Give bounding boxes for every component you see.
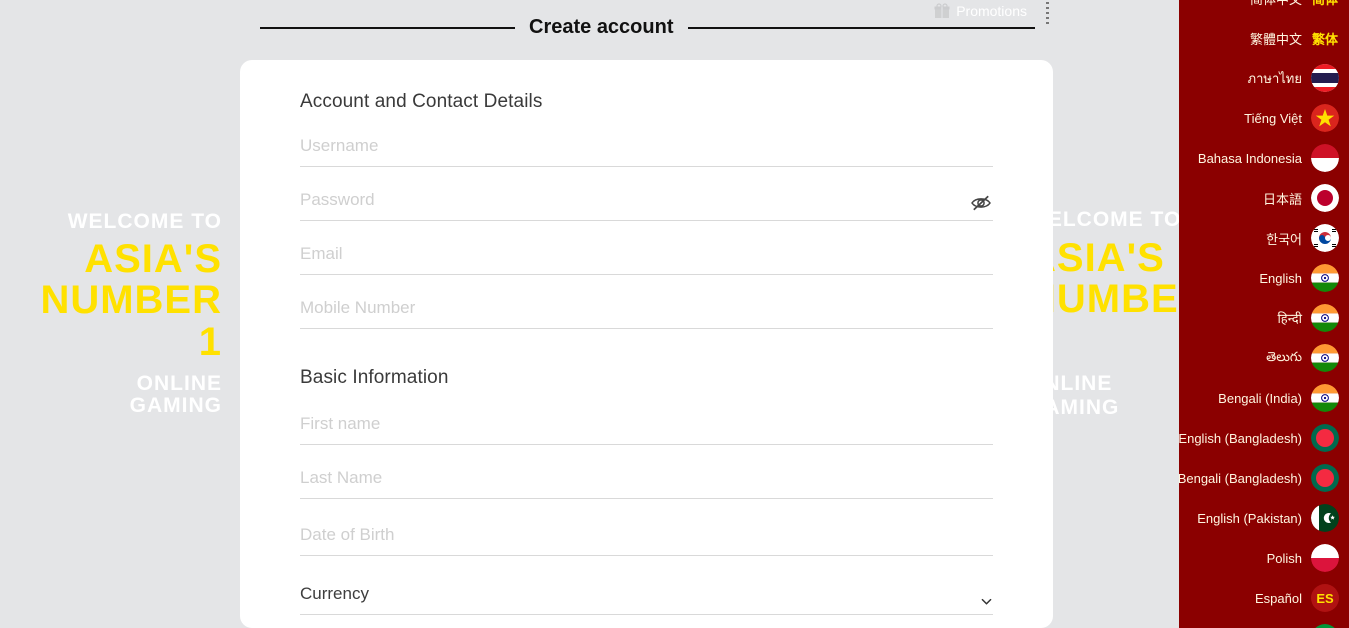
language-option-ti-ng-vi-t[interactable]: Tiếng Việt — [1179, 98, 1349, 138]
mobile-number-placeholder: Mobile Number — [300, 297, 993, 319]
last-name-field[interactable]: Last Name — [300, 467, 993, 499]
language-option-[interactable]: ภาษาไทย — [1179, 58, 1349, 98]
language-option-bengali-bangladesh[interactable]: Bengali (Bangladesh) — [1179, 458, 1349, 498]
language-option-english-pakistan[interactable]: English (Pakistan) — [1179, 498, 1349, 538]
language-option-label: Bengali (India) — [1218, 391, 1302, 406]
japan-flag-icon — [1311, 184, 1339, 212]
date-of-birth-placeholder: Date of Birth — [300, 524, 993, 546]
language-option-label: 日本語 — [1263, 189, 1302, 208]
username-field[interactable]: Username — [300, 135, 993, 167]
india-flag-icon — [1311, 264, 1339, 292]
bangladesh-flag-icon — [1311, 424, 1339, 452]
banner-asias-text: ASIA'S — [84, 239, 222, 281]
language-option-label: 繁體中文 — [1250, 29, 1302, 48]
language-selector-panel[interactable]: 简体中文 简体繁體中文繁体 ภาษาไทย Tiếng Việt Bahasa Indo… — [1179, 0, 1349, 628]
currency-selected-value: Currency — [300, 583, 993, 605]
language-option-bengali-india[interactable]: Bengali (India) — [1179, 378, 1349, 418]
title-rule-left — [260, 27, 515, 29]
chevron-down-icon[interactable] — [981, 594, 991, 604]
bangladesh-flag-icon — [1311, 464, 1339, 492]
spain-text-badge: ES — [1311, 584, 1339, 612]
language-option-label: Bahasa Indonesia — [1198, 151, 1302, 166]
dotted-divider-icon — [1046, 2, 1049, 24]
language-option-label: Español — [1255, 591, 1302, 606]
mobile-number-field[interactable]: Mobile Number — [300, 297, 993, 329]
language-option-label: हिन्दी — [1277, 309, 1302, 327]
india-flag-icon — [1311, 304, 1339, 332]
india-flag-icon — [1311, 384, 1339, 412]
language-option-label: Tiếng Việt — [1244, 111, 1302, 126]
vietnam-flag-icon — [1311, 104, 1339, 132]
language-option-label: ภาษาไทย — [1248, 68, 1302, 89]
language-option-label: 한국어 — [1266, 229, 1302, 248]
create-account-card: Account and Contact Details Username Pas… — [240, 60, 1053, 628]
cn-traditional-text: 繁体 — [1311, 24, 1339, 52]
last-name-placeholder: Last Name — [300, 467, 993, 489]
date-of-birth-field[interactable]: Date of Birth — [300, 524, 993, 556]
first-name-placeholder: First name — [300, 413, 993, 435]
language-option-[interactable]: हिन्दी — [1179, 298, 1349, 338]
green-flag-icon — [1311, 624, 1339, 628]
cn-simplified-text: 简体 — [1311, 0, 1339, 12]
first-name-field[interactable]: First name — [300, 413, 993, 445]
language-option-label: English (Bangladesh) — [1179, 431, 1302, 446]
page-title-row: Create account — [260, 16, 1035, 39]
language-option-[interactable]: తెలుగు — [1179, 338, 1349, 378]
language-option-[interactable]: 한국어 — [1179, 218, 1349, 258]
title-rule-right — [688, 27, 1036, 29]
language-option-row-16[interactable] — [1179, 618, 1349, 628]
currency-select[interactable]: Currency — [300, 583, 993, 615]
language-option-[interactable]: 简体中文 简体 — [1179, 0, 1349, 18]
language-option-label: తెలుగు — [1266, 349, 1302, 368]
language-option-label: 简体中文 — [1250, 0, 1302, 8]
language-option-[interactable]: 日本語 — [1179, 178, 1349, 218]
language-option-bahasa-indonesia[interactable]: Bahasa Indonesia — [1179, 138, 1349, 178]
language-option-label: English (Pakistan) — [1197, 511, 1302, 526]
india-flag-icon — [1311, 344, 1339, 372]
banner-one-text: 1 — [199, 322, 222, 364]
language-option-english-bangladesh[interactable]: English (Bangladesh) — [1179, 418, 1349, 458]
language-option-label: Polish — [1267, 551, 1302, 566]
language-option-polish[interactable]: Polish — [1179, 538, 1349, 578]
banner-gaming-text: GAMING — [130, 395, 222, 417]
poland-flag-icon — [1311, 544, 1339, 572]
language-option-[interactable]: 繁體中文繁体 — [1179, 18, 1349, 58]
page-title: Create account — [529, 16, 674, 39]
south-korea-flag-icon — [1311, 224, 1339, 252]
banner-online-text: ONLINE — [137, 373, 222, 395]
language-option-label: English — [1259, 271, 1302, 286]
language-option-english[interactable]: English — [1179, 258, 1349, 298]
left-promo-banner: WELCOME TO ASIA'S NUMBER 1 ONLINE GAMING — [0, 0, 240, 628]
username-placeholder: Username — [300, 135, 993, 157]
email-placeholder: Email — [300, 243, 993, 265]
indonesia-flag-icon — [1311, 144, 1339, 172]
pakistan-flag-icon — [1311, 504, 1339, 532]
language-option-espa-ol[interactable]: Español ES — [1179, 578, 1349, 618]
banner-number-text: NUMBER — [40, 280, 222, 322]
section-title-basic-information: Basic Information — [300, 367, 993, 389]
section-title-account-contact: Account and Contact Details — [300, 91, 993, 113]
email-field[interactable]: Email — [300, 243, 993, 275]
banner-welcome-text: WELCOME TO — [68, 211, 222, 233]
password-placeholder: Password — [300, 189, 993, 211]
page-root: WELCOME TO ASIA'S NUMBER 1 ONLINE GAMING… — [0, 0, 1349, 628]
language-option-label: Bengali (Bangladesh) — [1179, 471, 1302, 486]
eye-slash-icon[interactable] — [969, 193, 993, 213]
password-field[interactable]: Password — [300, 189, 993, 221]
thailand-flag-icon — [1311, 64, 1339, 92]
